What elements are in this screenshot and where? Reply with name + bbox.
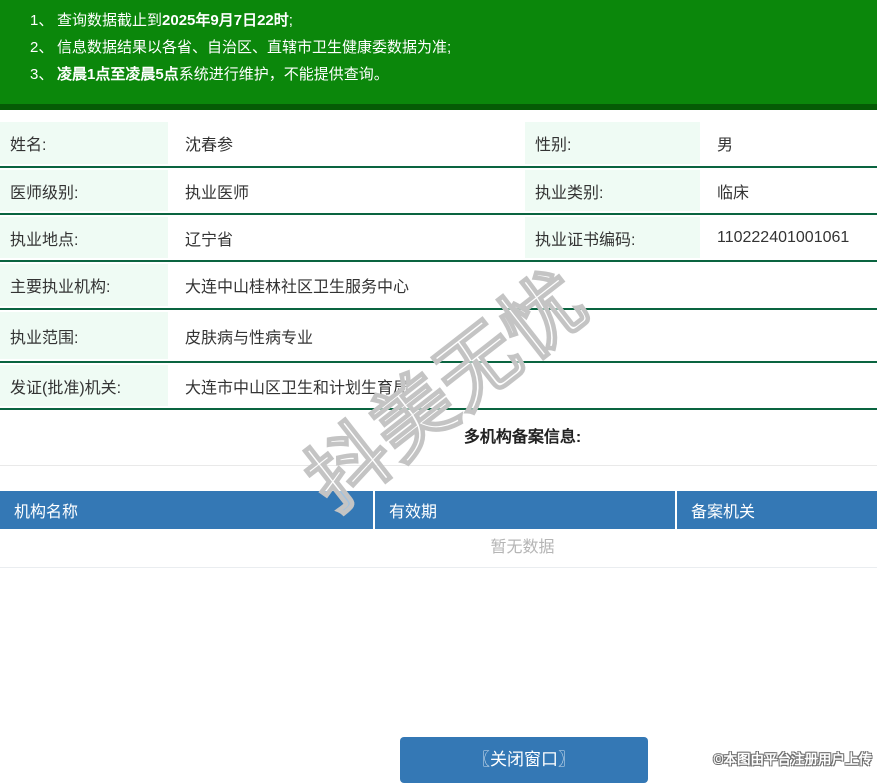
empty-data-text: 暂无数据: [490, 539, 555, 556]
field-label-issuing-authority: 发证(批准)机关:: [0, 363, 168, 408]
field-value-doctor-level: 执业医师: [185, 184, 250, 202]
field-label-doctor-level: 医师级别:: [0, 168, 168, 213]
column-header-filing-authority: 备案机关: [675, 491, 877, 529]
multi-institution-section: 多机构备案信息:: [0, 410, 877, 466]
field-label-name: 姓名:: [0, 120, 168, 166]
field-label-practice-category: 执业类别:: [525, 168, 700, 213]
doctor-info-table: 姓名: 沈春参 性别: 男 医师级别: 执业医师 执业类别: 临床 执业地点: …: [0, 120, 877, 410]
copyright-watermark: ©本图由平台注册用户上传: [713, 752, 872, 767]
table-row: 医师级别: 执业医师 执业类别: 临床: [0, 168, 877, 215]
table-row: 主要执业机构: 大连中山桂林社区卫生服务中心: [0, 262, 877, 310]
close-window-button[interactable]: 〖关闭窗口〗: [400, 737, 648, 783]
field-value-practice-location: 辽宁省: [185, 231, 234, 249]
field-value-name: 沈春参: [185, 137, 234, 154]
field-label-practice-scope: 执业范围:: [0, 310, 168, 361]
column-header-institution-name: 机构名称: [14, 504, 79, 521]
notice-text: 凌晨1点至凌晨5点系统进行维护，不能提供查询。: [57, 66, 389, 83]
field-value-issuing-authority: 大连市中山区卫生和计划生育局: [185, 379, 410, 397]
notice-line-1: 1、 查询数据截止到2025年9月7日22时;: [0, 7, 877, 34]
notice-text: 信息数据结果以各省、自治区、直辖市卫生健康委数据为准;: [57, 39, 452, 56]
field-label-practice-location: 执业地点:: [0, 215, 168, 260]
notice-line-2: 2、 信息数据结果以各省、自治区、直辖市卫生健康委数据为准;: [0, 34, 877, 61]
notice-line-3: 3、 凌晨1点至凌晨5点系统进行维护，不能提供查询。: [0, 61, 877, 88]
org-table-header: 机构名称 有效期 备案机关: [0, 491, 877, 529]
table-row: 执业范围: 皮肤病与性病专业: [0, 310, 877, 363]
field-value-main-institution: 大连中山桂林社区卫生服务中心: [185, 279, 410, 296]
table-row: 发证(批准)机关: 大连市中山区卫生和计划生育局: [0, 363, 877, 410]
notice-number: 2、: [30, 39, 54, 56]
field-label-certificate-number: 执业证书编码:: [525, 215, 700, 260]
field-value-certificate-number: 110222401001061: [717, 228, 850, 246]
column-header-validity-period: 有效期: [373, 491, 675, 529]
field-value-gender: 男: [717, 137, 734, 154]
field-value-practice-category: 临床: [717, 184, 750, 202]
field-label-gender: 性别:: [525, 120, 700, 166]
notice-banner: 1、 查询数据截止到2025年9月7日22时; 2、 信息数据结果以各省、自治区…: [0, 0, 877, 110]
notice-text: 查询数据截止到2025年9月7日22时;: [57, 12, 293, 29]
field-value-practice-scope: 皮肤病与性病专业: [185, 329, 314, 347]
section-title: 多机构备案信息:: [463, 429, 582, 446]
table-row: 执业地点: 辽宁省 执业证书编码: 110222401001061: [0, 215, 877, 262]
notice-number: 3、: [30, 66, 54, 83]
field-label-main-institution: 主要执业机构:: [0, 262, 168, 308]
org-table-empty-row: 暂无数据: [0, 529, 877, 568]
notice-number: 1、: [30, 12, 54, 29]
table-row: 姓名: 沈春参 性别: 男: [0, 120, 877, 168]
